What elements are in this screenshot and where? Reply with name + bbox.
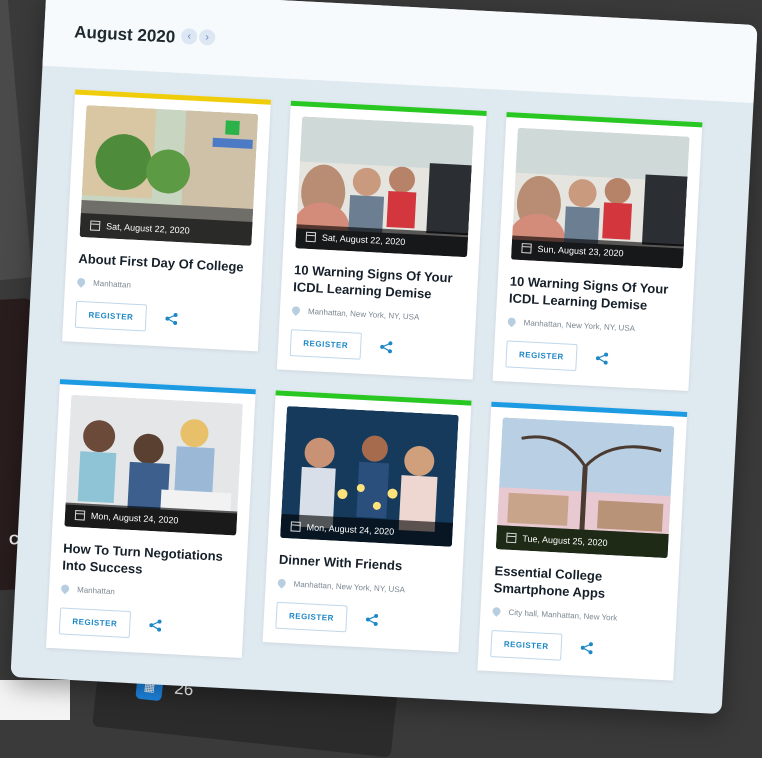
event-image: Sun, August 23, 2020 bbox=[510, 127, 690, 269]
location-pin-icon bbox=[290, 304, 302, 317]
event-title[interactable]: Essential College Smartphone Apps bbox=[493, 563, 667, 606]
event-image: Sat, August 22, 2020 bbox=[295, 116, 474, 258]
event-title[interactable]: About First Day Of College bbox=[78, 251, 251, 277]
location-pin-icon bbox=[276, 577, 288, 590]
event-actions: REGISTER bbox=[490, 629, 663, 666]
register-button[interactable]: REGISTER bbox=[275, 601, 348, 633]
event-location: Manhattan, New York, NY, USA bbox=[506, 316, 679, 335]
location-pin-icon bbox=[506, 316, 518, 328]
event-date-text: Mon, August 24, 2020 bbox=[90, 510, 179, 526]
share-icon[interactable] bbox=[579, 641, 594, 656]
calendar-icon bbox=[74, 510, 86, 521]
share-icon[interactable] bbox=[379, 340, 394, 355]
event-location: City hall, Manhattan, New York bbox=[490, 605, 664, 625]
background-card-top-left bbox=[0, 0, 33, 282]
event-date-text: Sat, August 22, 2020 bbox=[105, 221, 190, 236]
event-location-text: Manhattan bbox=[92, 278, 132, 290]
events-calendar-panel: August 2020 ‹ › Sat, August 22, 2020 Abo… bbox=[10, 0, 758, 715]
event-location: Manhattan bbox=[75, 276, 249, 296]
event-location: Manhattan, New York, NY, USA bbox=[290, 304, 464, 324]
event-date-text: Tue, August 25, 2020 bbox=[522, 533, 608, 548]
event-card[interactable]: Sat, August 22, 2020 10 Warning Signs Of… bbox=[276, 100, 487, 380]
event-actions: REGISTER bbox=[275, 601, 448, 638]
event-title[interactable]: How To Turn Negotiations Into Success bbox=[62, 540, 236, 583]
calendar-icon bbox=[89, 220, 101, 231]
location-pin-icon bbox=[490, 605, 503, 618]
calendar-icon bbox=[305, 231, 317, 243]
event-date-text: Sun, August 23, 2020 bbox=[537, 243, 624, 259]
event-title[interactable]: 10 Warning Signs Of Your ICDL Learning D… bbox=[508, 274, 682, 317]
event-title[interactable]: Dinner With Friends bbox=[278, 552, 451, 578]
event-actions: REGISTER bbox=[289, 328, 463, 365]
location-pin-icon bbox=[75, 276, 87, 289]
event-card[interactable]: Tue, August 25, 2020 Essential College S… bbox=[477, 401, 688, 681]
next-month-button[interactable]: › bbox=[198, 28, 216, 46]
event-title[interactable]: 10 Warning Signs Of Your ICDL Learning D… bbox=[293, 262, 467, 305]
event-date-text: Sat, August 22, 2020 bbox=[321, 232, 406, 247]
register-button[interactable]: REGISTER bbox=[74, 300, 148, 332]
calendar-icon bbox=[506, 532, 517, 544]
calendar-header: August 2020 ‹ › bbox=[42, 0, 758, 103]
share-icon[interactable] bbox=[594, 351, 609, 366]
prev-month-button[interactable]: ‹ bbox=[180, 27, 198, 45]
share-icon[interactable] bbox=[148, 618, 163, 633]
event-location-text: Manhattan, New York, NY, USA bbox=[293, 579, 406, 595]
event-location-text: Manhattan bbox=[76, 585, 116, 597]
register-button[interactable]: REGISTER bbox=[58, 607, 131, 638]
event-image: Mon, August 24, 2020 bbox=[64, 394, 244, 536]
event-date-text: Mon, August 24, 2020 bbox=[306, 522, 395, 537]
event-location-text: Manhattan, New York, NY, USA bbox=[523, 318, 636, 333]
share-icon[interactable] bbox=[164, 312, 179, 327]
event-card[interactable]: Mon, August 24, 2020 Dinner With Friends… bbox=[262, 390, 472, 653]
event-location: Manhattan bbox=[59, 583, 233, 602]
calendar-icon bbox=[290, 521, 301, 532]
event-location-text: Manhattan, New York, NY, USA bbox=[307, 306, 420, 322]
event-actions: REGISTER bbox=[74, 300, 248, 337]
event-location: Manhattan, New York, NY, USA bbox=[276, 577, 449, 597]
event-location-text: City hall, Manhattan, New York bbox=[508, 607, 618, 623]
register-button[interactable]: REGISTER bbox=[490, 629, 563, 661]
event-actions: REGISTER bbox=[58, 607, 232, 643]
event-card[interactable]: Sat, August 22, 2020 About First Day Of … bbox=[62, 89, 271, 352]
event-card[interactable]: Mon, August 24, 2020 How To Turn Negotia… bbox=[46, 379, 256, 658]
calendar-icon bbox=[521, 243, 532, 254]
event-image: Tue, August 25, 2020 bbox=[495, 417, 675, 559]
event-image: Mon, August 24, 2020 bbox=[280, 405, 459, 547]
background-card-bottom-left bbox=[0, 680, 70, 720]
event-actions: REGISTER bbox=[505, 340, 678, 376]
month-title: August 2020 bbox=[73, 22, 176, 47]
share-icon[interactable] bbox=[364, 613, 379, 628]
event-image: Sat, August 22, 2020 bbox=[79, 105, 259, 246]
register-button[interactable]: REGISTER bbox=[289, 328, 362, 360]
event-card[interactable]: Sun, August 23, 2020 10 Warning Signs Of… bbox=[492, 112, 703, 391]
register-button[interactable]: REGISTER bbox=[505, 340, 578, 371]
location-pin-icon bbox=[59, 583, 71, 595]
